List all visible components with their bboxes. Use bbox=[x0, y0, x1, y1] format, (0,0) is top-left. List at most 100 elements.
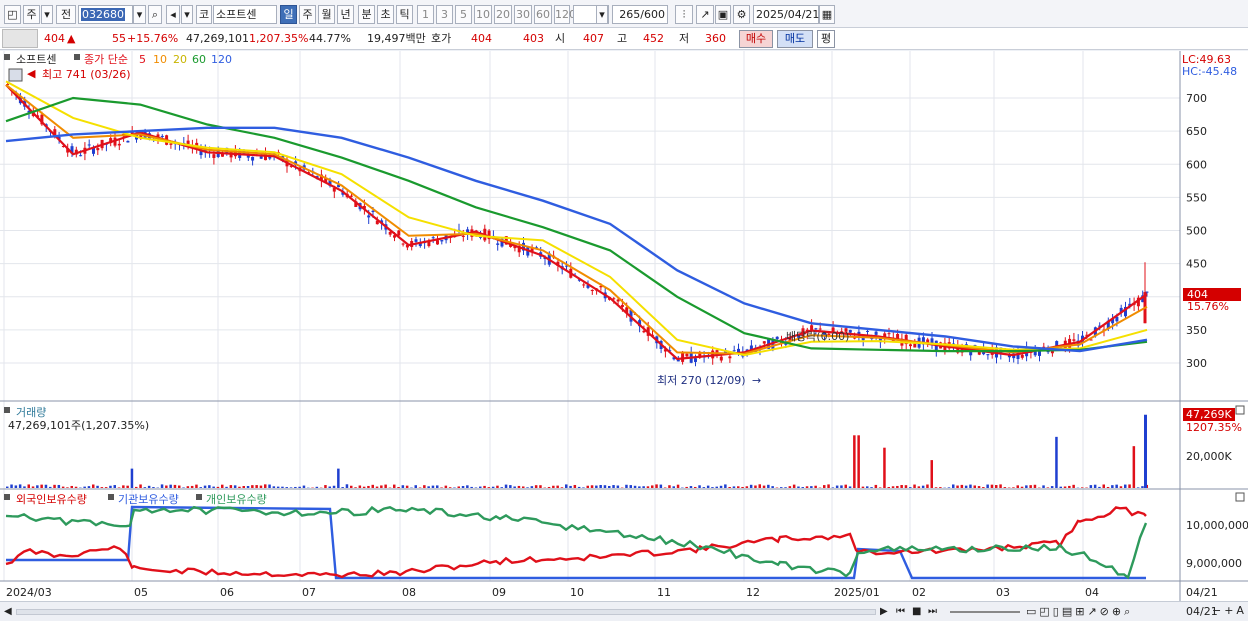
volume-bar bbox=[100, 487, 104, 488]
volume-bar bbox=[526, 487, 529, 488]
volume-bar bbox=[874, 484, 878, 488]
search-icon[interactable]: ⌕ bbox=[148, 5, 162, 24]
current-price: 404 bbox=[44, 32, 65, 45]
horizontal-scrollbar[interactable] bbox=[16, 609, 876, 615]
date-input[interactable]: 2025/04/21 bbox=[753, 5, 819, 24]
speaker-icon[interactable]: ◂ bbox=[166, 5, 180, 24]
volume-bar bbox=[53, 484, 56, 488]
volume-bar bbox=[500, 487, 503, 488]
code-dropdown-icon[interactable]: ▾ bbox=[133, 5, 146, 24]
data-count-field[interactable]: 265/600 bbox=[612, 5, 668, 24]
volume-bar bbox=[208, 485, 211, 488]
candle-body bbox=[414, 239, 418, 242]
period-select[interactable]: 주 bbox=[23, 5, 40, 24]
volume-close-icon[interactable] bbox=[1235, 405, 1245, 415]
scroll-left-icon[interactable]: ◀ bbox=[4, 606, 12, 617]
forward-icon[interactable]: ⏭ bbox=[928, 606, 937, 617]
volume-bar bbox=[143, 487, 147, 488]
low-price: 360 bbox=[705, 32, 726, 45]
interval-120[interactable]: 120 bbox=[554, 5, 576, 24]
volume-bar bbox=[212, 486, 215, 488]
prev-button[interactable]: 전 bbox=[56, 5, 76, 24]
volume-bar bbox=[302, 485, 306, 488]
gear-icon[interactable]: ⚙ bbox=[733, 5, 750, 24]
volume-bar bbox=[999, 484, 1002, 488]
volume-bar bbox=[135, 486, 138, 488]
tab-year[interactable]: 년 bbox=[337, 5, 354, 24]
volume-bar bbox=[939, 487, 942, 488]
rewind-icon[interactable]: ⏮ bbox=[896, 606, 905, 617]
interval-20[interactable]: 20 bbox=[494, 5, 512, 24]
legend-inst-menu-icon[interactable] bbox=[108, 494, 114, 500]
volume-bar bbox=[870, 487, 873, 488]
volume-bar bbox=[203, 485, 207, 488]
candle-body bbox=[620, 304, 624, 308]
volume-bar bbox=[930, 460, 933, 488]
interval-10[interactable]: 10 bbox=[474, 5, 492, 24]
interval-5[interactable]: 5 bbox=[455, 5, 472, 24]
x-axis-label: 03 bbox=[996, 586, 1010, 599]
ma-menu-icon[interactable] bbox=[74, 54, 80, 60]
volume-bar bbox=[1012, 487, 1015, 488]
volume-menu-icon[interactable] bbox=[4, 407, 10, 413]
tab-day[interactable]: 일 bbox=[280, 5, 297, 24]
volume-bar bbox=[238, 486, 241, 488]
volume-bar bbox=[1102, 484, 1105, 488]
tab-minute[interactable]: 분 bbox=[358, 5, 375, 24]
holding-menu-icon[interactable] bbox=[4, 494, 10, 500]
chart-type-icon[interactable]: ◰ bbox=[4, 5, 21, 24]
volume-bar bbox=[1072, 484, 1075, 488]
panel-toggle-icon[interactable] bbox=[8, 68, 23, 82]
play-icon[interactable]: ▶ bbox=[880, 606, 888, 617]
interval-3[interactable]: 3 bbox=[436, 5, 453, 24]
holding-close-icon[interactable] bbox=[1235, 492, 1245, 502]
volume-bar bbox=[298, 486, 301, 488]
ma-label-10: 10 bbox=[153, 53, 167, 66]
volume-bar bbox=[337, 468, 340, 488]
ma-line-5 bbox=[5, 84, 1148, 361]
interval-30[interactable]: 30 bbox=[514, 5, 532, 24]
volume-bar bbox=[6, 486, 9, 488]
draw-tool-icon[interactable]: ↗ bbox=[696, 5, 714, 24]
volume-bar bbox=[565, 484, 568, 488]
volume-bar bbox=[582, 487, 585, 488]
volume-bar bbox=[139, 484, 142, 488]
volume-bar bbox=[165, 485, 168, 488]
calendar-icon[interactable]: ▦ bbox=[819, 5, 835, 24]
volume-bar bbox=[947, 487, 951, 488]
code-input[interactable]: 032680 bbox=[78, 5, 133, 24]
price-tick-label: 650 bbox=[1186, 125, 1207, 138]
volume-bar bbox=[152, 487, 155, 488]
zoom-slider[interactable] bbox=[950, 611, 1020, 613]
volume-bar bbox=[401, 485, 405, 488]
volume-bar bbox=[122, 485, 125, 488]
panel-menu-icon[interactable] bbox=[4, 54, 10, 60]
custom-interval-dropdown-icon[interactable]: ▾ bbox=[596, 5, 608, 24]
save-icon[interactable]: ▣ bbox=[715, 5, 731, 24]
tab-second[interactable]: 초 bbox=[377, 5, 394, 24]
x-axis-label: 02 bbox=[912, 586, 926, 599]
stop-icon[interactable]: ■ bbox=[912, 606, 921, 617]
layout-icons[interactable]: ▭◰▯▤⊞↗⊘⊕⌕ bbox=[1026, 605, 1133, 619]
price-tick-label: 600 bbox=[1186, 158, 1207, 171]
tab-tick[interactable]: 틱 bbox=[396, 5, 413, 24]
interval-60[interactable]: 60 bbox=[534, 5, 552, 24]
zoom-controls[interactable]: −+A bbox=[1212, 604, 1247, 617]
volume-bar bbox=[960, 484, 964, 488]
speaker-dropdown-icon[interactable]: ▾ bbox=[181, 5, 193, 24]
chevron-down-icon[interactable]: ▾ bbox=[41, 5, 53, 24]
legend-indiv-menu-icon[interactable] bbox=[196, 494, 202, 500]
buy-button[interactable]: 매수 bbox=[739, 30, 773, 48]
volume-bar bbox=[276, 486, 280, 488]
volume-bar bbox=[448, 487, 452, 488]
tab-month[interactable]: 월 bbox=[318, 5, 335, 24]
evaluation-button[interactable]: 평 bbox=[817, 30, 835, 48]
sell-button[interactable]: 매도 bbox=[777, 30, 813, 48]
tab-week[interactable]: 주 bbox=[299, 5, 316, 24]
stock-name-field[interactable]: 소프트센 bbox=[213, 5, 277, 24]
interval-1[interactable]: 1 bbox=[417, 5, 434, 24]
volume-bar bbox=[827, 484, 830, 488]
volume-bar bbox=[663, 487, 667, 488]
candle-icon[interactable]: ⫶ bbox=[675, 5, 693, 24]
volume-bar bbox=[788, 486, 792, 488]
